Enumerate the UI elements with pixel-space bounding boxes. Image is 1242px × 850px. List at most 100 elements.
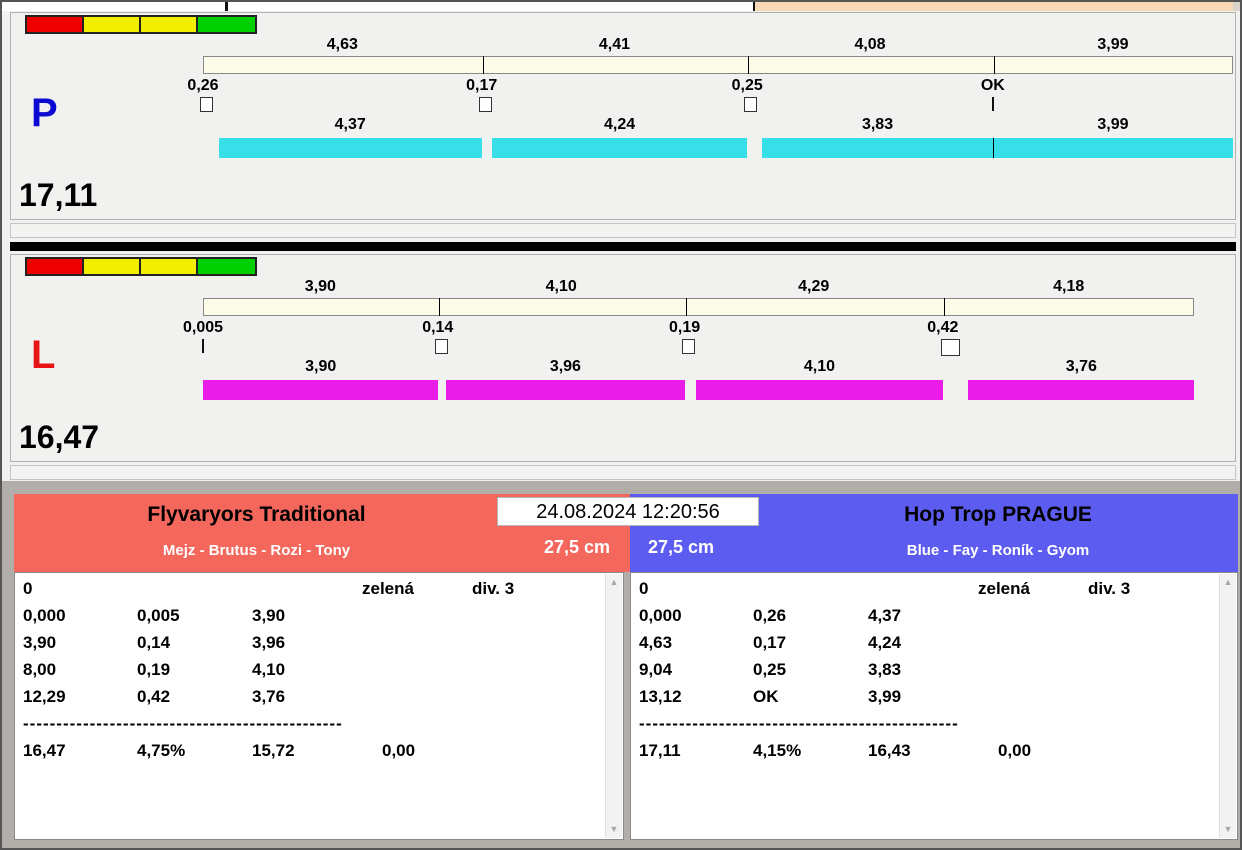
crossing-time: 0,14 <box>137 633 171 652</box>
segment-divider <box>438 298 440 316</box>
penalty-value: 0,00 <box>998 741 1032 760</box>
dog-time-label: 3,90 <box>305 358 337 375</box>
dog-time-bar <box>992 138 1233 158</box>
log-row: 17,11 4,15% 16,43 0,00 <box>631 741 1217 768</box>
spacer-strip <box>10 465 1236 480</box>
segment-divider <box>685 298 687 316</box>
run-status: 0 <box>639 579 649 598</box>
dog-time-bar <box>491 138 748 158</box>
division-label: div. 3 <box>472 579 515 598</box>
results-section: Flyvaryors Traditional Mejz - Brutus - R… <box>2 481 1240 848</box>
lane-total: 17,11 <box>19 177 98 213</box>
scroll-up-button[interactable]: ▲ <box>1220 574 1236 591</box>
log-row: ----------------------------------------… <box>631 714 1217 741</box>
cumulative-time: 8,00 <box>23 660 57 679</box>
cumulative-time: 0,000 <box>639 606 682 625</box>
jump-height-label: 27,5 cm <box>648 537 715 557</box>
crossing-label: 0,25 <box>731 77 763 94</box>
segment-divider <box>993 56 995 74</box>
split-time-label: 4,41 <box>598 36 631 53</box>
spacer-strip <box>10 223 1236 238</box>
penalty-value: 0,00 <box>382 741 416 760</box>
top-strip <box>2 2 1240 11</box>
scroll-down-button[interactable]: ▼ <box>606 821 622 838</box>
cumulative-time: 0,000 <box>23 606 66 625</box>
total-percent: 4,15% <box>753 741 802 760</box>
team-members: Blue - Fay - Roník - Gyom <box>906 542 1090 559</box>
total-time: 17,11 <box>639 741 681 760</box>
total-time: 16,47 <box>23 741 66 760</box>
dog-time-label: 3,99 <box>1097 116 1129 133</box>
crossing-label: 0,42 <box>927 319 959 336</box>
cumulative-time: 4,63 <box>639 633 673 652</box>
lane-panel-l: L 3,90 4,10 4,29 4,18 0,005 0,14 0,19 0,42 3,90 3… <box>10 254 1236 462</box>
crossing-label: 0,14 <box>422 319 454 336</box>
crossing-checkbox[interactable] <box>200 97 213 112</box>
team-members: Mejz - Brutus - Rozi - Tony <box>162 542 351 559</box>
net-time: 15,72 <box>252 741 295 760</box>
top-strip-peach-segment <box>753 2 1235 11</box>
log-row: 4,63 0,17 4,24 <box>631 633 1217 660</box>
log-row: 0,000 0,005 3,90 <box>15 606 603 633</box>
log-row: 0 zelená div. 3 <box>15 579 603 606</box>
dog-time: 3,99 <box>868 687 902 706</box>
crossing-checkbox[interactable] <box>744 97 758 112</box>
scrollbar[interactable]: ▲ ▼ <box>605 574 622 838</box>
crossing-label: OK <box>980 77 1005 94</box>
crossing-checkbox[interactable] <box>681 339 695 354</box>
dog-time: 3,90 <box>252 606 286 625</box>
dog-time: 4,10 <box>252 660 286 679</box>
net-time: 16,43 <box>868 741 911 760</box>
crossing-time: 0,25 <box>753 660 787 679</box>
dog-time-bar <box>762 138 993 158</box>
dog-time-bar <box>203 380 439 400</box>
split-time-label: 4,10 <box>545 278 577 295</box>
run-log-right: 0 zelená div. 3 0,000 0,26 4,37 4,63 0,17 4,24 9,… <box>630 572 1238 840</box>
crossing-time: OK <box>753 687 779 706</box>
dog-time-label: 4,10 <box>803 358 835 375</box>
top-strip-tick <box>225 2 228 11</box>
crossing-time: 0,17 <box>753 633 787 652</box>
split-time-label: 4,63 <box>326 36 358 53</box>
dog-time-label: 4,37 <box>334 116 366 133</box>
crossing-label: 0,17 <box>466 77 498 94</box>
log-row: 13,12 OK 3,99 <box>631 687 1217 714</box>
log-row: 0,000 0,26 4,37 <box>631 606 1217 633</box>
scroll-up-button[interactable]: ▲ <box>606 574 622 591</box>
team-name: Flyvaryors Traditional <box>147 503 366 526</box>
bar-divider <box>992 138 994 158</box>
lane-chart: 4,63 4,41 4,08 3,99 0,26 0,17 0,25 OK 4,37 4,24 3,… <box>11 13 1235 219</box>
dog-time: 4,24 <box>868 633 902 652</box>
log-row: 0 zelená div. 3 <box>631 579 1217 606</box>
crossing-checkbox[interactable] <box>434 339 448 354</box>
crossing-time: 0,26 <box>753 606 787 625</box>
scroll-down-button[interactable]: ▼ <box>1220 821 1236 838</box>
log-row: 9,04 0,25 3,83 <box>631 660 1217 687</box>
dog-time: 3,83 <box>868 660 902 679</box>
top-strip-corner <box>1233 2 1240 11</box>
segment-divider <box>943 298 945 316</box>
light-color-word: zelená <box>978 579 1030 598</box>
crossing-label: 0,005 <box>182 319 224 336</box>
log-row: 3,90 0,14 3,96 <box>15 633 603 660</box>
dog-time: 3,76 <box>252 687 286 706</box>
log-row: 12,29 0,42 3,76 <box>15 687 603 714</box>
jump-height-label: 27,5 cm <box>543 537 610 557</box>
dog-time-label: 4,24 <box>604 116 636 133</box>
crossing-checkbox[interactable] <box>478 97 492 112</box>
divider-line: ----------------------------------------… <box>23 714 343 733</box>
crossing-time: 0,19 <box>137 660 171 679</box>
run-log-left: 0 zelená div. 3 0,000 0,005 3,90 3,90 0,14 3,96 8… <box>14 572 624 840</box>
split-time-bar <box>203 298 1195 316</box>
crossing-checkbox[interactable] <box>940 339 960 356</box>
scrollbar[interactable]: ▲ ▼ <box>1219 574 1236 838</box>
divider-line: ----------------------------------------… <box>639 714 959 733</box>
crossing-label: 0,19 <box>669 319 701 336</box>
cumulative-time: 12,29 <box>23 687 66 706</box>
dog-time-label: 3,96 <box>549 358 581 375</box>
segment-divider <box>748 56 750 74</box>
split-time-label: 4,08 <box>854 36 886 53</box>
timestamp: 24.08.2024 12:20:56 <box>497 497 759 526</box>
total-percent: 4,75% <box>137 741 186 760</box>
log-row: 16,47 4,75% 15,72 0,00 <box>15 741 603 768</box>
